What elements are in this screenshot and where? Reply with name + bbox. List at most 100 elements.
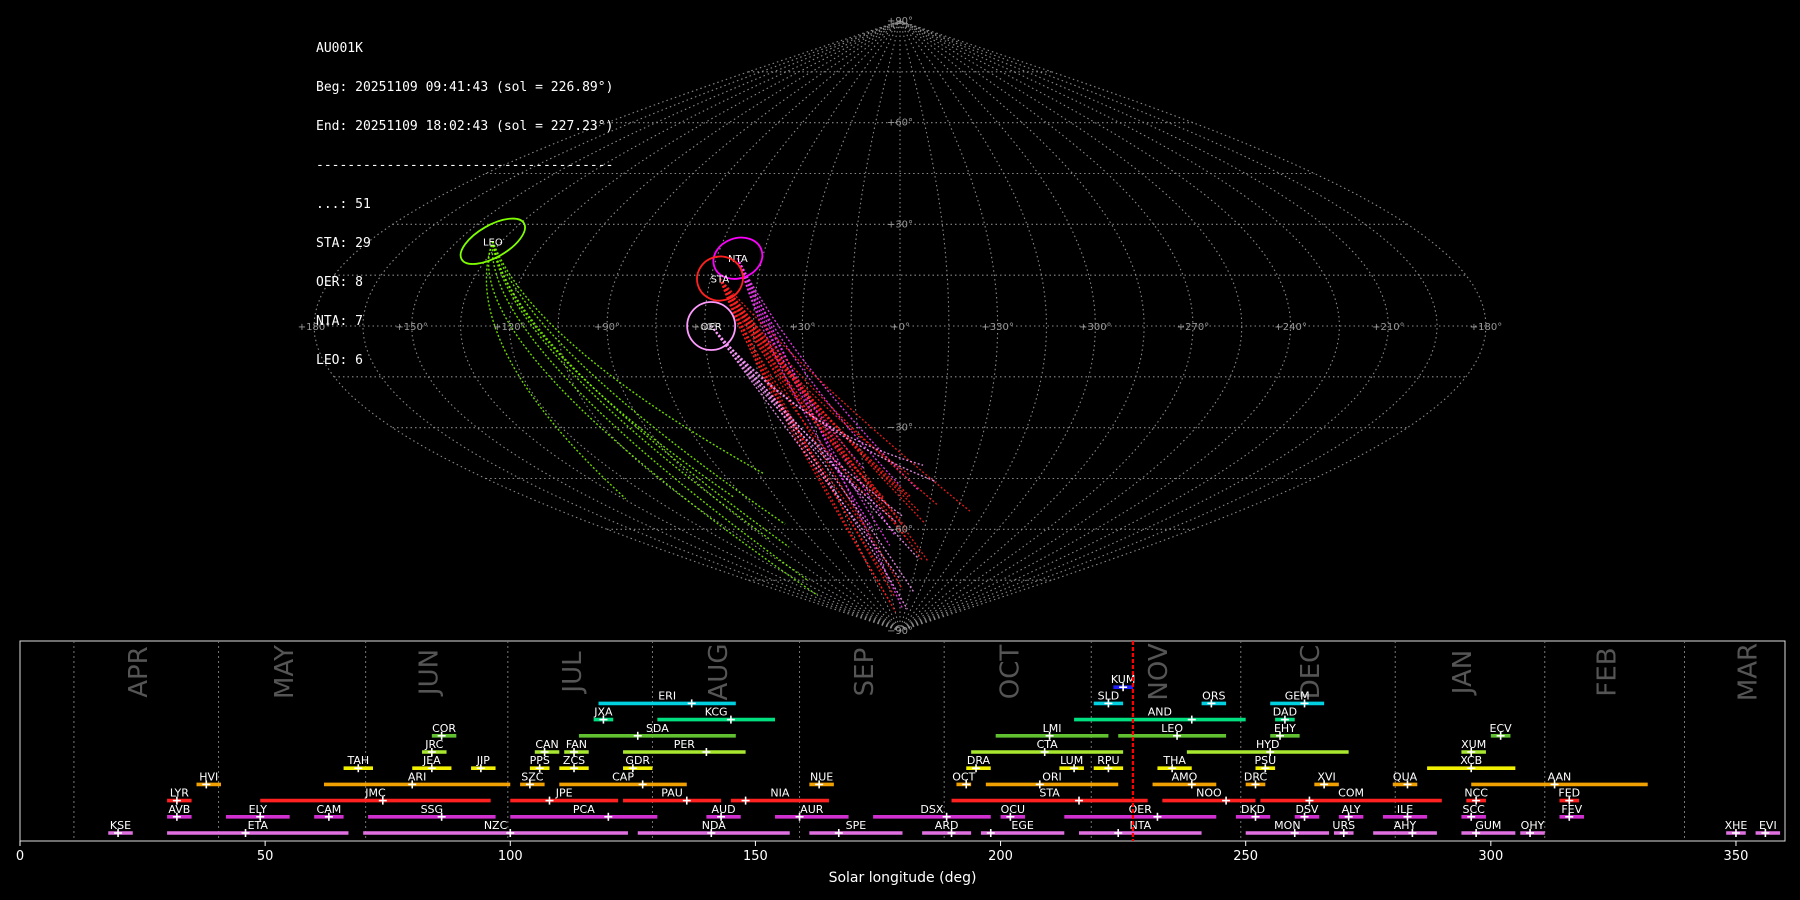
shower-label: ORS bbox=[1202, 689, 1225, 702]
camera-id: AU001K bbox=[316, 41, 363, 56]
month-label: JAN bbox=[1448, 650, 1478, 696]
shower-label: NOO bbox=[1196, 787, 1222, 800]
shower-label: CAP bbox=[612, 770, 634, 783]
shower-label: THA bbox=[1162, 754, 1186, 767]
shower-label: DRA bbox=[967, 754, 991, 767]
count-line: LEO: 6 bbox=[316, 353, 363, 368]
count-line: ...: 51 bbox=[316, 197, 371, 212]
month-label: AUG bbox=[704, 644, 734, 701]
shower-label: COR bbox=[432, 722, 456, 735]
shower-label: NZC bbox=[484, 819, 508, 832]
shower-label: PER bbox=[674, 738, 696, 751]
shower-label: SDA bbox=[646, 722, 669, 735]
shower-label: AND bbox=[1148, 706, 1172, 719]
shower-label: SLD bbox=[1098, 689, 1120, 702]
shower-label: KSE bbox=[110, 819, 131, 832]
shower-label: TAH bbox=[346, 754, 369, 767]
count-line: OER: 8 bbox=[316, 275, 363, 290]
shower-label: EVI bbox=[1759, 819, 1777, 832]
shower-label: EHY bbox=[1274, 722, 1296, 735]
shower-label: HYD bbox=[1256, 738, 1279, 751]
shower-label: JPE bbox=[555, 787, 573, 800]
x-axis-label: Solar longitude (deg) bbox=[829, 870, 977, 886]
shower-label: ARD bbox=[935, 819, 959, 832]
shower-label: AUR bbox=[800, 803, 824, 816]
shower-label: FED bbox=[1558, 787, 1580, 800]
shower-label: JXA bbox=[593, 706, 613, 719]
month-label: APR bbox=[124, 646, 154, 698]
shower-label: DAD bbox=[1273, 706, 1297, 719]
month-label: JUN bbox=[415, 649, 445, 697]
shower-label: GUM bbox=[1475, 819, 1501, 832]
shower-label: ZCS bbox=[563, 754, 585, 767]
x-tick-label: 300 bbox=[1478, 849, 1503, 864]
month-label: MAY bbox=[270, 645, 300, 699]
shower-label: JIP bbox=[476, 754, 490, 767]
shower-label: EGE bbox=[1011, 819, 1033, 832]
shower-label: AUD bbox=[712, 803, 736, 816]
month-label: NOV bbox=[1144, 643, 1174, 700]
x-tick-label: 150 bbox=[743, 849, 768, 864]
shower-label: ELY bbox=[249, 803, 268, 816]
shower-label: DSV bbox=[1295, 803, 1318, 816]
month-label: OCT bbox=[996, 645, 1026, 700]
shower-label: PAU bbox=[661, 787, 683, 800]
shower-label: KUM bbox=[1111, 673, 1135, 686]
shower-label: ORI bbox=[1042, 770, 1062, 783]
shower-label: ILE bbox=[1397, 803, 1413, 816]
shower-label: SSG bbox=[421, 803, 444, 816]
shower-label: JRC bbox=[424, 738, 443, 751]
shower-label: JEA bbox=[422, 754, 441, 767]
shower-label: ETA bbox=[248, 819, 269, 832]
shower-label: ALY bbox=[1342, 803, 1361, 816]
shower-label: AAN bbox=[1548, 770, 1572, 783]
shower-label: AHY bbox=[1394, 819, 1417, 832]
begin-time: Beg: 20251109 09:41:43 (sol = 226.89°) bbox=[316, 80, 614, 95]
shower-label: LYR bbox=[170, 787, 189, 800]
shower-label: ECV bbox=[1490, 722, 1513, 735]
month-label: JUL bbox=[558, 651, 588, 695]
shower-label: FEV bbox=[1561, 803, 1582, 816]
shower-label: NCC bbox=[1464, 787, 1488, 800]
info-panel: AU001K Beg: 20251109 09:41:43 (sol = 226… bbox=[316, 16, 613, 380]
count-line: STA: 29 bbox=[316, 236, 371, 251]
shower-label: OCT bbox=[952, 770, 975, 783]
x-tick-label: 100 bbox=[498, 849, 523, 864]
shower-label: RPU bbox=[1097, 754, 1119, 767]
shower-label: XCB bbox=[1460, 754, 1482, 767]
shower-label: XUM bbox=[1461, 738, 1486, 751]
shower-label: COM bbox=[1338, 787, 1364, 800]
shower-label: XHE bbox=[1725, 819, 1748, 832]
separator: -------------------------------------- bbox=[316, 158, 614, 173]
x-tick-label: 350 bbox=[1724, 849, 1749, 864]
shower-label: LUM bbox=[1060, 754, 1083, 767]
shower-label: CTA bbox=[1037, 738, 1059, 751]
shower-label: SCC bbox=[1463, 803, 1486, 816]
shower-label: NUE bbox=[810, 770, 833, 783]
shower-label: NDA bbox=[702, 819, 727, 832]
shower-label: PCA bbox=[573, 803, 595, 816]
shower-label: JMC bbox=[364, 787, 386, 800]
x-tick-label: 50 bbox=[257, 849, 274, 864]
end-time: End: 20251109 18:02:43 (sol = 227.23°) bbox=[316, 119, 614, 134]
shower-label: OHY bbox=[1521, 819, 1545, 832]
x-tick-label: 0 bbox=[16, 849, 24, 864]
shower-label: ARI bbox=[408, 770, 426, 783]
shower-label: LEO bbox=[1161, 722, 1183, 735]
shower-timeline: APR MAY JUN JUL AUG SEP OCT NOV DEC JAN FEB MARKUME… bbox=[16, 640, 1786, 886]
shower-label: KCG bbox=[705, 706, 728, 719]
shower-label: SPE bbox=[846, 819, 867, 832]
shower-label: AVB bbox=[168, 803, 190, 816]
shower-label: CAM bbox=[317, 803, 342, 816]
shower-label: STA bbox=[1039, 787, 1060, 800]
shower-label: MON bbox=[1274, 819, 1300, 832]
count-line: NTA: 7 bbox=[316, 314, 363, 329]
shower-label: XVI bbox=[1317, 770, 1335, 783]
shower-label: QUA bbox=[1393, 770, 1418, 783]
shower-label: LMI bbox=[1043, 722, 1062, 735]
shower-label: PPS bbox=[530, 754, 550, 767]
x-tick-label: 250 bbox=[1233, 849, 1258, 864]
shower-label: PSU bbox=[1254, 754, 1276, 767]
shower-label: URS bbox=[1332, 819, 1355, 832]
shower-label: OCU bbox=[1001, 803, 1025, 816]
